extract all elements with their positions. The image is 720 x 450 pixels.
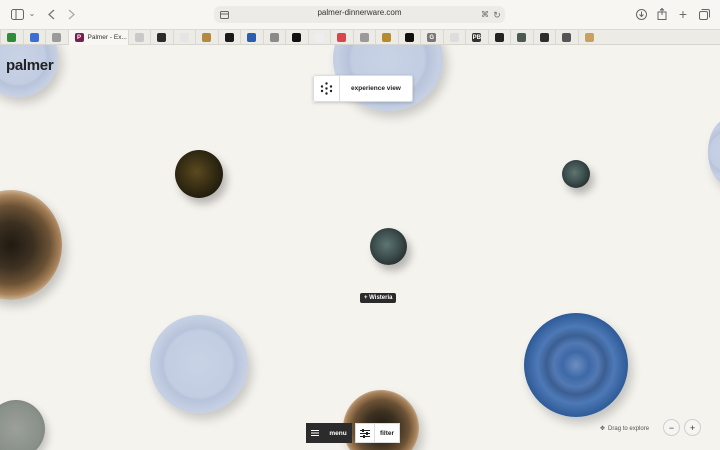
tab[interactable] bbox=[375, 30, 398, 45]
tab-bar: P Palmer - Ex... G PB bbox=[0, 29, 720, 45]
tab[interactable] bbox=[45, 30, 68, 45]
wisteria-tag[interactable]: + Wisteria bbox=[360, 293, 397, 303]
favicon-icon: G bbox=[427, 33, 437, 42]
drag-hint-label: Drag to explore bbox=[608, 425, 650, 432]
tab[interactable] bbox=[442, 30, 466, 45]
download-icon[interactable] bbox=[635, 7, 647, 21]
chevron-down-icon[interactable]: ⌄ bbox=[28, 7, 36, 21]
tab[interactable] bbox=[0, 30, 23, 45]
translate-icon[interactable]: ⌘ bbox=[480, 8, 490, 22]
bowl-small-teal[interactable] bbox=[562, 160, 590, 188]
url-text: palmer-dinnerware.com bbox=[317, 8, 402, 17]
menu-icon[interactable] bbox=[306, 423, 324, 443]
favicon-icon bbox=[202, 33, 212, 42]
favicon-icon bbox=[179, 33, 189, 42]
favicon-icon: PB bbox=[472, 33, 482, 42]
plate-blue-bowl[interactable] bbox=[524, 313, 628, 417]
favicon-icon bbox=[157, 33, 167, 42]
tab[interactable] bbox=[150, 30, 173, 45]
menu-button[interactable]: menu bbox=[324, 423, 352, 443]
tabs-overview-icon[interactable] bbox=[698, 7, 710, 21]
filter-icon[interactable] bbox=[355, 423, 375, 443]
favicon-icon bbox=[539, 33, 549, 42]
tab[interactable]: G bbox=[420, 30, 443, 45]
tab[interactable] bbox=[510, 30, 533, 45]
plate-right-edge[interactable] bbox=[708, 119, 720, 185]
tab-active[interactable]: P Palmer - Ex... bbox=[67, 30, 128, 45]
favicon-icon bbox=[404, 33, 414, 42]
move-icon: ✥ bbox=[600, 426, 606, 432]
tab[interactable] bbox=[307, 30, 331, 45]
tab[interactable] bbox=[577, 30, 601, 45]
favicon-icon bbox=[382, 33, 392, 42]
site-logo[interactable]: palmer bbox=[6, 57, 54, 74]
favicon-icon bbox=[584, 33, 594, 42]
favicon-icon bbox=[52, 33, 62, 42]
sidebar-icon[interactable] bbox=[10, 7, 24, 21]
tab[interactable] bbox=[532, 30, 556, 45]
tab[interactable] bbox=[22, 30, 46, 45]
reload-icon[interactable]: ↻ bbox=[492, 8, 502, 22]
tab[interactable] bbox=[262, 30, 286, 45]
address-bar[interactable]: palmer-dinnerware.com ⌘ ↻ bbox=[214, 6, 505, 23]
bottom-toolbar: menu filter bbox=[306, 423, 400, 443]
tab[interactable] bbox=[330, 30, 353, 45]
favicon-icon bbox=[29, 33, 39, 42]
favicon-icon bbox=[269, 33, 279, 42]
favicon-icon bbox=[562, 33, 572, 42]
tab[interactable] bbox=[127, 30, 151, 45]
favicon-icon bbox=[247, 33, 257, 42]
experience-view-control: experience view bbox=[313, 75, 413, 102]
dots-grid-icon[interactable] bbox=[313, 75, 340, 102]
forward-icon[interactable] bbox=[66, 7, 76, 21]
new-tab-icon[interactable]: + bbox=[677, 7, 689, 21]
plate-brown-left[interactable] bbox=[0, 190, 62, 300]
tab[interactable] bbox=[195, 30, 218, 45]
favicon-icon bbox=[359, 33, 369, 42]
bowl-dark-brown[interactable] bbox=[175, 150, 223, 198]
favicon-icon bbox=[134, 33, 144, 42]
plate-speckled[interactable] bbox=[0, 400, 45, 450]
favicon-icon bbox=[337, 33, 347, 42]
tab[interactable] bbox=[285, 30, 308, 45]
tab[interactable] bbox=[352, 30, 376, 45]
share-icon[interactable] bbox=[656, 7, 668, 21]
favicon-icon bbox=[449, 33, 459, 42]
tab[interactable] bbox=[217, 30, 241, 45]
browser-toolbar: ⌄ palmer-dinnerware.com ⌘ ↻ + bbox=[0, 0, 720, 29]
tab[interactable] bbox=[555, 30, 578, 45]
tab[interactable] bbox=[487, 30, 511, 45]
drag-hint: ✥ Drag to explore bbox=[600, 425, 650, 433]
favicon-icon: P bbox=[74, 33, 84, 42]
experience-view-button[interactable]: experience view bbox=[340, 75, 413, 102]
favicon-icon bbox=[494, 33, 504, 42]
favicon-icon bbox=[7, 33, 17, 42]
tab[interactable]: PB bbox=[465, 30, 488, 45]
tab[interactable] bbox=[397, 30, 421, 45]
favicon-icon bbox=[314, 33, 324, 42]
back-icon[interactable] bbox=[46, 7, 56, 21]
tab[interactable] bbox=[240, 30, 263, 45]
favicon-icon bbox=[517, 33, 527, 42]
filter-button[interactable]: filter bbox=[375, 423, 400, 443]
tab[interactable] bbox=[172, 30, 196, 45]
plate-pale-blue[interactable] bbox=[150, 315, 248, 413]
zoom-out-button[interactable]: − bbox=[663, 419, 680, 436]
favicon-icon bbox=[224, 33, 234, 42]
bowl-wisteria[interactable] bbox=[370, 228, 407, 265]
tab-title: Palmer - Ex... bbox=[87, 34, 127, 41]
zoom-in-button[interactable]: + bbox=[684, 419, 701, 436]
page-canvas[interactable]: palmer experience view + Wisteria menu f… bbox=[0, 45, 720, 450]
favicon-icon bbox=[292, 33, 302, 42]
